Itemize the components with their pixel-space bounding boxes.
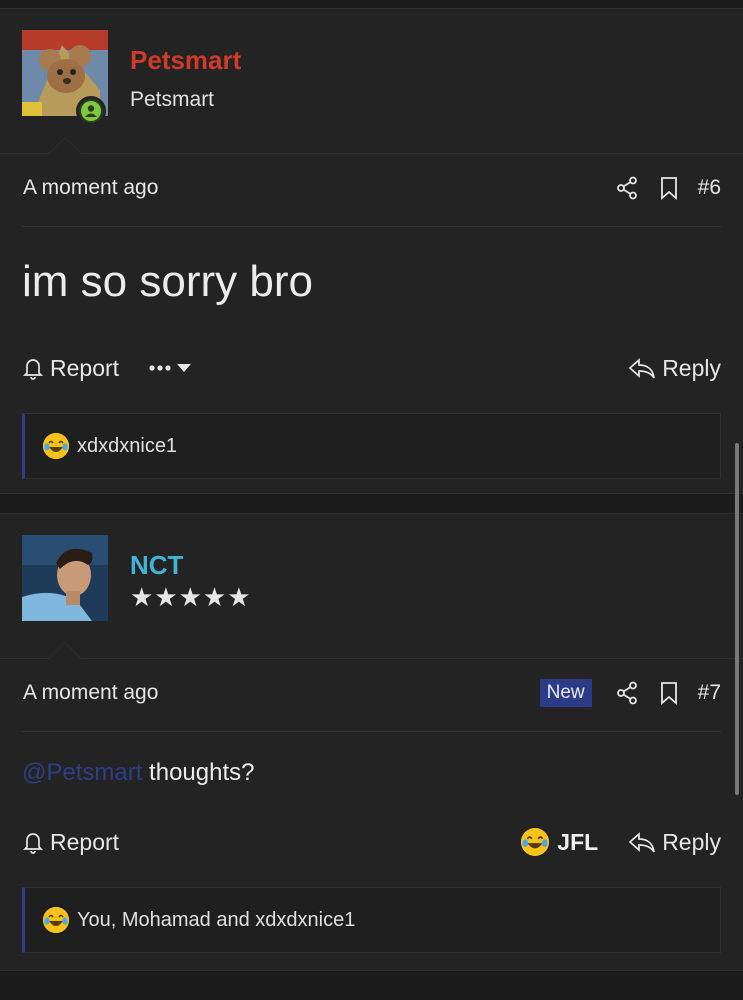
reply-icon [628,358,656,379]
report-label: Report [50,828,120,855]
reactions-text: You, Mohamad and xdxdxnice1 [77,908,356,931]
reply-label: Reply [662,354,721,381]
post-actions-right: Reply [628,345,721,391]
report-label: Report [50,354,120,381]
bookmark-icon[interactable] [660,176,678,200]
post-actions: Report JFL Reply [22,819,721,865]
laughing-crying-emoji-icon [521,828,550,856]
post-number[interactable]: #6 [698,176,721,200]
post-number[interactable]: #7 [698,681,721,705]
post-6: Petsmart Petsmart A moment ago #6 im so … [0,8,743,494]
reply-label: Reply [662,828,721,855]
user-title: Petsmart [130,88,215,111]
reaction-label: JFL [557,828,599,855]
bell-icon [22,833,44,854]
author-block: Petsmart Petsmart [0,9,743,154]
post-message: @Petsmart thoughts? [0,759,743,791]
post-actions-left: Report [22,819,119,865]
avatar[interactable] [22,535,108,621]
laughing-crying-emoji-icon [43,907,69,933]
bell-icon [22,359,44,380]
share-icon[interactable] [616,681,638,705]
reply-button[interactable]: Reply [628,355,721,382]
post-meta-actions: New #7 [539,676,721,710]
avatar-image [22,535,108,621]
reactions-bar[interactable]: xdxdxnice1 [22,413,721,479]
post-meta: A moment ago New #7 [22,659,721,732]
message-text: thoughts? [142,759,255,786]
reply-icon [628,832,656,853]
report-button[interactable]: Report [22,355,119,382]
ellipsis-icon [149,364,192,372]
author-block: NCT ★★★★★ [0,514,743,659]
caret-down-icon [177,364,192,372]
user-mention-link[interactable]: @Petsmart [22,759,142,786]
online-user-icon [76,96,106,126]
author-pointer [48,137,82,154]
post-actions-right: JFL Reply [521,819,721,865]
post-actions: Report Reply [22,345,721,391]
reactions-bar[interactable]: You, Mohamad and xdxdxnice1 [22,887,721,953]
reaction-button[interactable]: JFL [521,828,598,856]
username[interactable]: Petsmart [130,45,241,76]
more-options-button[interactable] [149,361,193,375]
post-actions-left: Report [22,345,193,391]
bookmark-icon[interactable] [660,681,678,705]
post-meta: A moment ago #6 [22,154,721,227]
post-7: NCT ★★★★★ A moment ago New #7 @Petsmart … [0,513,743,971]
author-pointer [48,642,82,659]
reactions-text: xdxdxnice1 [77,434,178,457]
post-message: im so sorry bro [22,257,313,306]
report-button[interactable]: Report [22,829,119,856]
new-badge: New [539,679,592,707]
laughing-crying-emoji-icon [43,433,69,459]
username[interactable]: NCT [130,550,183,581]
scrollbar[interactable] [735,443,739,795]
reply-button[interactable]: Reply [628,829,721,856]
post-meta-actions: #6 [616,171,721,205]
post-time[interactable]: A moment ago [23,176,158,200]
user-title-stars: ★★★★★ [130,582,252,612]
share-icon[interactable] [616,176,638,200]
post-time[interactable]: A moment ago [23,681,158,705]
avatar[interactable] [22,30,108,126]
